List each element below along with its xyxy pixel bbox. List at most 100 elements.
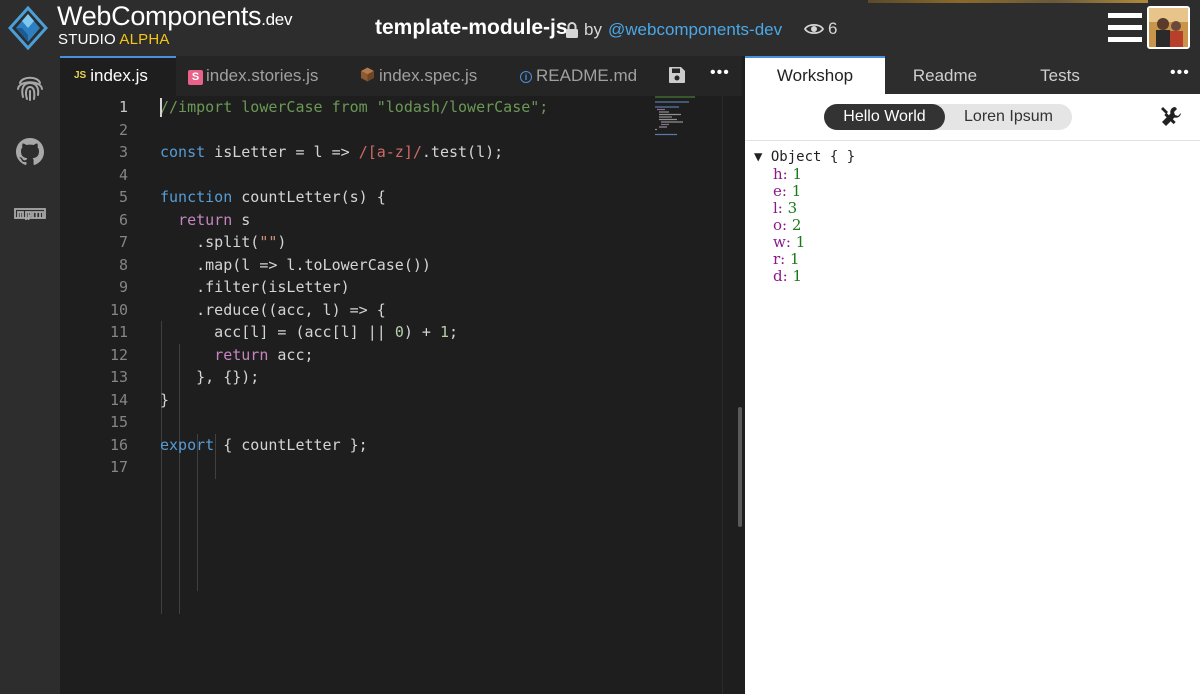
brand-subtitle: STUDIO ALPHA	[58, 31, 170, 48]
hamburger-bar	[1108, 25, 1142, 30]
code-line[interactable]: 16 export { countLetter };	[60, 434, 660, 457]
object-property-row: d: 1	[773, 268, 802, 285]
story-hello-world-button[interactable]: Hello World	[824, 104, 945, 130]
editor-scrollbar[interactable]	[722, 96, 742, 694]
code-line[interactable]: 1 //import lowerCase from "lodash/lowerCa…	[60, 96, 660, 119]
storybook-file-icon: S	[188, 70, 203, 85]
line-code: return s	[178, 210, 251, 229]
object-property-row: e: 1	[773, 183, 801, 200]
author-link[interactable]: @webcomponents-dev	[608, 20, 782, 40]
fingerprint-icon[interactable]	[14, 71, 46, 103]
line-number: 13	[109, 368, 128, 386]
code-line[interactable]: 11 acc[l] = (acc[l] || 0) + 1;	[60, 321, 660, 344]
object-property-row: r: 1	[773, 251, 800, 268]
line-code: return acc;	[214, 345, 314, 364]
story-selector-bar: Hello World Loren Ipsum	[745, 94, 1200, 141]
github-icon[interactable]	[14, 136, 46, 168]
panel-more-button[interactable]: •••	[1170, 64, 1190, 82]
hamburger-menu-button[interactable]	[1108, 13, 1142, 45]
property-value: 1	[792, 267, 802, 285]
code-line[interactable]: 3 const isLetter = l => /[a-z]/.test(l);	[60, 141, 660, 164]
code-line[interactable]: 6 return s	[60, 209, 660, 232]
header-banner-strip	[868, 0, 1148, 3]
brand-name-suffix: .dev	[261, 10, 293, 29]
line-number: 10	[109, 300, 128, 319]
panel-tab-bar: Workshop Readme Tests •••	[745, 56, 1200, 94]
user-avatar[interactable]	[1147, 6, 1190, 49]
object-tree-toggle[interactable]: ▼ Object { }	[754, 149, 855, 166]
property-key: h:	[773, 165, 788, 183]
tools-icon[interactable]	[1160, 106, 1182, 128]
line-number: 14	[109, 390, 128, 409]
code-line[interactable]: 12 return acc;	[60, 344, 660, 367]
code-line[interactable]: 2	[60, 119, 660, 142]
property-value: 3	[787, 199, 798, 217]
tab-label: index.spec.js	[379, 66, 478, 85]
code-line[interactable]: 17	[60, 456, 660, 479]
line-code: .map(l => l.toLowerCase())	[160, 255, 431, 274]
code-editor[interactable]: 1 //import lowerCase from "lodash/lowerCa…	[60, 96, 742, 694]
property-key: l:	[773, 199, 783, 217]
property-key: o:	[773, 216, 788, 234]
code-line[interactable]: 14}	[60, 389, 660, 412]
tab-readme-md[interactable]: i README.md	[520, 56, 640, 96]
line-number: 2	[118, 120, 128, 139]
npm-icon[interactable]	[14, 198, 46, 230]
property-key: r:	[773, 250, 786, 268]
line-code: }	[160, 390, 170, 409]
views-count: 6	[828, 19, 838, 38]
property-value: 1	[795, 233, 806, 251]
code-line[interactable]: 8 .map(l => l.toLowerCase())	[60, 254, 660, 277]
object-property-row: w: 1	[773, 234, 805, 251]
save-icon[interactable]	[668, 66, 686, 84]
webcomponents-logo-icon[interactable]	[8, 6, 48, 50]
tab-index-spec-js[interactable]: index.spec.js	[360, 56, 490, 96]
tab-tests[interactable]: Tests	[1005, 56, 1115, 94]
property-value: 2	[791, 216, 802, 234]
line-number: 11	[109, 323, 128, 341]
code-line[interactable]: 9 .filter(isLetter)	[60, 276, 660, 299]
tab-label: README.md	[536, 66, 638, 85]
property-key: e:	[773, 182, 787, 200]
code-line[interactable]: 5 function countLetter(s) {	[60, 186, 660, 209]
line-number: 7	[118, 233, 128, 251]
object-property-row: l: 3	[773, 200, 797, 217]
tab-index-js[interactable]: JS index.js	[60, 56, 176, 96]
lock-icon	[566, 22, 578, 38]
eye-icon	[804, 23, 824, 35]
code-line[interactable]: 15	[60, 411, 660, 434]
story-loren-ipsum-button[interactable]: Loren Ipsum	[945, 104, 1072, 130]
js-file-icon: JS	[74, 70, 87, 81]
code-line[interactable]: 13 }, {});	[60, 366, 660, 389]
property-value: 1	[791, 182, 802, 200]
brand-name: WebComponents.dev	[57, 1, 292, 32]
code-minimap[interactable]	[655, 96, 710, 138]
property-value: 1	[790, 250, 800, 268]
code-line[interactable]: 10 .reduce((acc, l) => {	[60, 299, 660, 322]
hamburger-bar	[1108, 37, 1142, 42]
avatar-image	[1149, 8, 1188, 47]
line-number: 1	[118, 98, 128, 116]
tab-index-stories-js[interactable]: Sindex.stories.js	[188, 56, 348, 96]
tab-label: index.js	[90, 66, 148, 85]
tab-label: index.stories.js	[206, 66, 319, 85]
line-code: //import lowerCase from "lodash/lowerCas…	[160, 98, 549, 116]
tab-workshop[interactable]: Workshop	[745, 56, 885, 94]
editor-more-button[interactable]: •••	[710, 64, 730, 82]
line-number: 9	[118, 278, 128, 296]
code-line[interactable]: 7 .split("")	[60, 231, 660, 254]
brand-studio-label: STUDIO	[58, 31, 116, 48]
editor-scrollbar-thumb[interactable]	[738, 407, 742, 527]
line-number: 8	[118, 255, 128, 274]
object-property-row: o: 2	[773, 217, 801, 234]
code-line[interactable]: 4	[60, 164, 660, 187]
tab-readme[interactable]: Readme	[885, 56, 1005, 94]
property-value: 1	[792, 165, 803, 183]
story-toggle: Hello World Loren Ipsum	[824, 104, 1072, 130]
preview-panel: Workshop Readme Tests ••• Hello World Lo…	[745, 56, 1200, 694]
brand-name-main: WebComponents	[57, 1, 262, 31]
line-code: const isLetter = l => /[a-z]/.test(l);	[160, 143, 504, 161]
line-number: 15	[109, 413, 128, 431]
line-number: 12	[109, 345, 128, 364]
line-number: 16	[109, 435, 128, 454]
